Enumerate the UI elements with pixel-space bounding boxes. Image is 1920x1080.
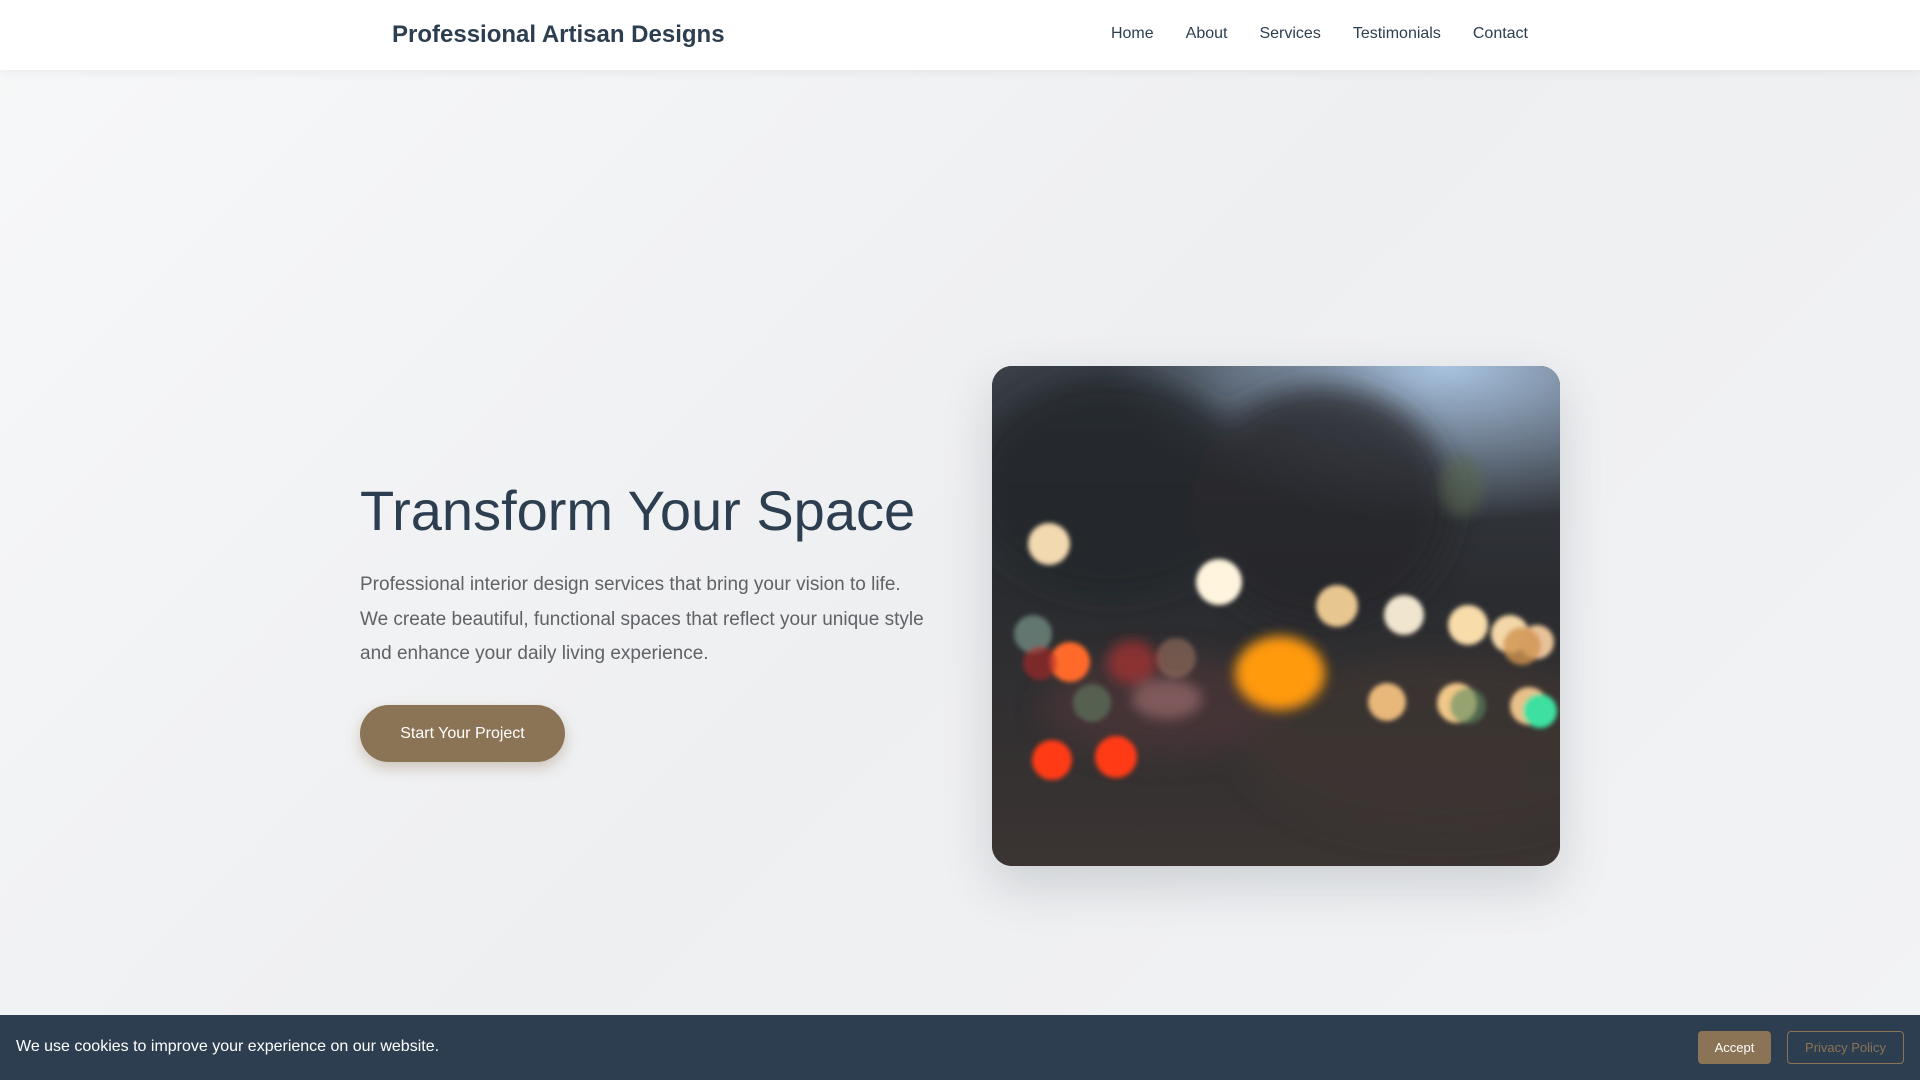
nav-link-services[interactable]: Services — [1259, 22, 1320, 46]
privacy-policy-button[interactable]: Privacy Policy — [1787, 1031, 1904, 1064]
bokeh-photo — [992, 366, 1560, 866]
cookie-message: We use cookies to improve your experienc… — [16, 1038, 440, 1055]
hero-title: Transform Your Space — [360, 479, 916, 542]
hero-description: Professional interior design services th… — [360, 574, 924, 664]
nav-link-contact[interactable]: Contact — [1473, 22, 1528, 46]
site-header: Professional Artisan Designs Home About … — [0, 0, 1920, 70]
start-project-button[interactable]: Start Your Project — [360, 705, 565, 762]
site-logo[interactable]: Professional Artisan Designs — [392, 20, 725, 50]
cookie-banner: We use cookies to improve your experienc… — [0, 1015, 1920, 1080]
accept-cookies-button[interactable]: Accept — [1698, 1031, 1771, 1064]
nav-link-testimonials[interactable]: Testimonials — [1353, 22, 1441, 46]
nav-link-about[interactable]: About — [1186, 22, 1228, 46]
main-nav: Home About Services Testimonials Contact — [1079, 22, 1528, 46]
hero-image — [992, 366, 1560, 866]
nav-link-home[interactable]: Home — [1111, 22, 1154, 46]
